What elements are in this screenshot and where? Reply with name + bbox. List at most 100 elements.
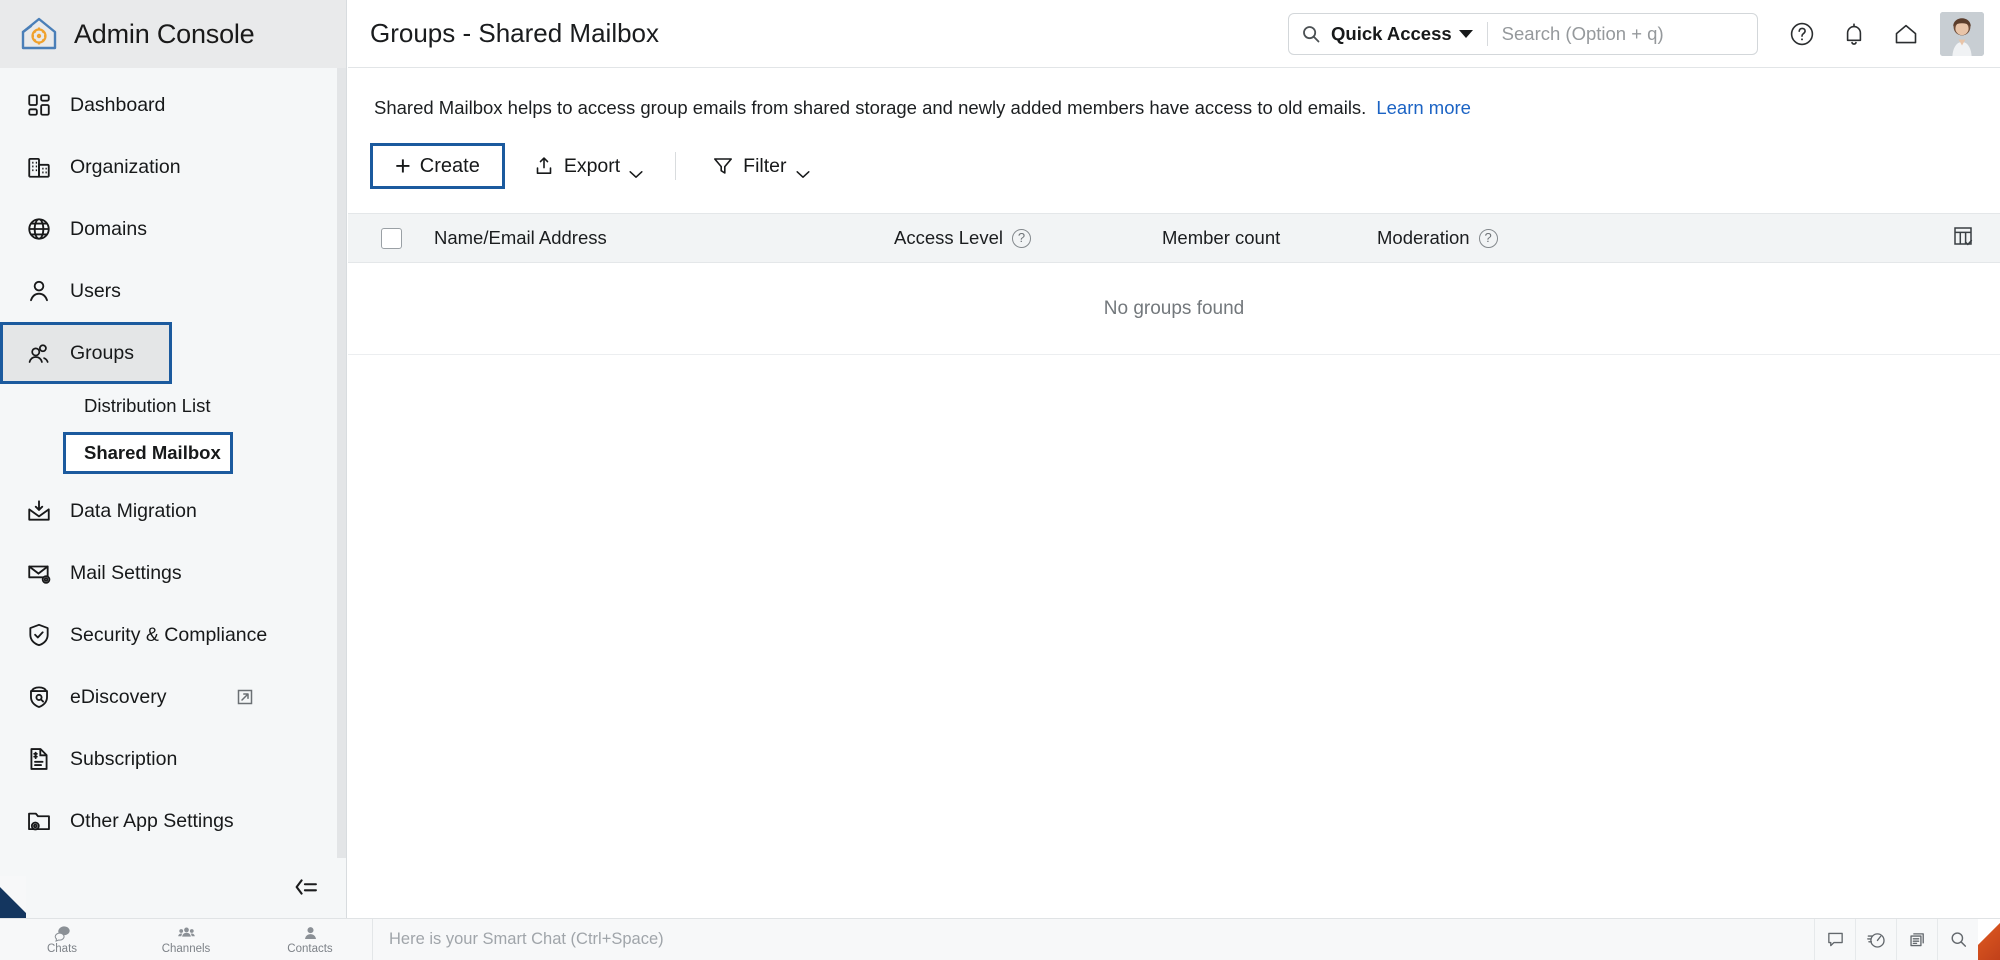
plus-icon: + bbox=[395, 153, 411, 180]
quick-access-label: Quick Access bbox=[1331, 23, 1452, 45]
sidebar-item-groups[interactable]: Groups bbox=[0, 322, 172, 384]
taskbar-corner-accent bbox=[1978, 919, 2000, 960]
user-icon bbox=[26, 278, 52, 304]
column-header-access-level[interactable]: Access Level ? bbox=[894, 227, 1162, 249]
globe-icon bbox=[26, 216, 52, 242]
taskbar-apps: Chats Channels bbox=[0, 919, 372, 960]
sidebar-item-data-migration[interactable]: Data Migration bbox=[0, 480, 346, 542]
empty-state-row: No groups found bbox=[348, 263, 2000, 355]
export-button-label: Export bbox=[564, 155, 620, 178]
page-title: Groups - Shared Mailbox bbox=[370, 18, 659, 49]
smart-chat-input[interactable]: Here is your Smart Chat (Ctrl+Space) bbox=[372, 919, 1814, 960]
brand-header: Admin Console bbox=[0, 0, 346, 68]
collapse-sidebar-icon[interactable] bbox=[288, 872, 324, 902]
brand-title: Admin Console bbox=[74, 19, 255, 50]
column-header-name-email[interactable]: Name/Email Address bbox=[434, 227, 894, 249]
column-header-member-count[interactable]: Member count bbox=[1162, 227, 1377, 249]
sidebar-item-label: Data Migration bbox=[70, 500, 197, 523]
empty-state-message: No groups found bbox=[1104, 298, 1245, 320]
sidebar-subitem-distribution-list[interactable]: Distribution List bbox=[0, 384, 346, 428]
bottom-taskbar: Chats Channels bbox=[0, 918, 2000, 960]
help-tooltip-icon[interactable]: ? bbox=[1012, 229, 1031, 248]
folder-gear-icon bbox=[26, 808, 52, 834]
envelope-download-icon bbox=[26, 498, 52, 524]
sidebar-item-label: Subscription bbox=[70, 748, 177, 771]
contact-person-icon bbox=[302, 925, 319, 942]
sidebar-item-label: Domains bbox=[70, 218, 147, 241]
avatar[interactable] bbox=[1940, 12, 1984, 56]
smart-chat-placeholder: Here is your Smart Chat (Ctrl+Space) bbox=[389, 930, 664, 949]
notes-icon[interactable] bbox=[1896, 919, 1937, 960]
info-banner: Shared Mailbox helps to access group ema… bbox=[348, 69, 2000, 119]
banner-text: Shared Mailbox helps to access group ema… bbox=[374, 97, 1366, 118]
sidebar-subitem-label: Distribution List bbox=[84, 395, 210, 417]
dashboard-icon bbox=[26, 92, 52, 118]
chevron-down-icon bbox=[1459, 30, 1473, 38]
column-label: Moderation bbox=[1377, 227, 1470, 249]
sidebar-item-dashboard[interactable]: Dashboard bbox=[0, 74, 346, 136]
sidebar-subitem-shared-mailbox[interactable]: Shared Mailbox bbox=[63, 432, 233, 474]
admin-console-app: Admin Console Dashboard bbox=[0, 0, 2000, 960]
invoice-icon bbox=[26, 746, 52, 772]
sidebar-item-other-app-settings[interactable]: Other App Settings bbox=[0, 790, 346, 852]
sidebar-item-organization[interactable]: Organization bbox=[0, 136, 346, 198]
sidebar-item-mail-settings[interactable]: Mail Settings bbox=[0, 542, 346, 604]
sidebar-item-label: Organization bbox=[70, 156, 181, 179]
sidebar-item-subscription[interactable]: Subscription bbox=[0, 728, 346, 790]
chevron-down-icon bbox=[796, 162, 810, 171]
home-gear-logo bbox=[18, 13, 60, 55]
envelope-gear-icon bbox=[26, 560, 52, 586]
column-settings-icon[interactable] bbox=[1952, 225, 1974, 252]
main-content: Shared Mailbox helps to access group ema… bbox=[348, 69, 2000, 918]
taskbar-right-icons bbox=[1814, 919, 2000, 960]
sidebar-item-label: Security & Compliance bbox=[70, 624, 267, 647]
sidebar-item-security-compliance[interactable]: Security & Compliance bbox=[0, 604, 346, 666]
taskbar-item-channels[interactable]: Channels bbox=[124, 919, 248, 960]
column-label: Name/Email Address bbox=[434, 227, 607, 249]
notification-bell-icon[interactable] bbox=[1828, 8, 1880, 60]
taskbar-item-label: Contacts bbox=[287, 943, 332, 955]
sidebar-item-users[interactable]: Users bbox=[0, 260, 346, 322]
search-icon[interactable] bbox=[1937, 919, 1978, 960]
filter-button-label: Filter bbox=[743, 155, 786, 178]
taskbar-item-contacts[interactable]: Contacts bbox=[248, 919, 372, 960]
shield-check-icon bbox=[26, 622, 52, 648]
sidebar-item-label: Users bbox=[70, 280, 121, 303]
help-tooltip-icon[interactable]: ? bbox=[1479, 229, 1498, 248]
home-icon[interactable] bbox=[1880, 8, 1932, 60]
global-search-box[interactable]: Quick Access bbox=[1288, 13, 1758, 55]
groups-icon bbox=[26, 340, 52, 366]
learn-more-link[interactable]: Learn more bbox=[1376, 97, 1471, 118]
help-icon[interactable] bbox=[1776, 8, 1828, 60]
select-all-checkbox[interactable] bbox=[381, 228, 402, 249]
speed-icon[interactable] bbox=[1855, 919, 1896, 960]
table-toolbar: + Create Export bbox=[370, 143, 2000, 189]
external-link-icon[interactable] bbox=[236, 688, 254, 706]
column-label: Member count bbox=[1162, 227, 1280, 249]
comment-icon[interactable] bbox=[1814, 919, 1855, 960]
sidebar-scrollbar[interactable] bbox=[337, 68, 346, 858]
column-header-moderation[interactable]: Moderation ? bbox=[1377, 227, 1607, 249]
sidebar-item-domains[interactable]: Domains bbox=[0, 198, 346, 260]
sidebar-nav: Dashboard Organization bbox=[0, 68, 346, 852]
quick-access-dropdown[interactable]: Quick Access bbox=[1331, 23, 1473, 45]
export-icon bbox=[533, 155, 555, 177]
sidebar-subitem-label: Shared Mailbox bbox=[84, 442, 221, 464]
sidebar-item-label: Groups bbox=[70, 342, 134, 365]
sidebar-item-label: Mail Settings bbox=[70, 562, 182, 585]
shield-search-icon bbox=[26, 684, 52, 710]
channels-group-icon bbox=[178, 925, 195, 942]
taskbar-item-label: Channels bbox=[162, 943, 211, 955]
taskbar-item-chats[interactable]: Chats bbox=[0, 919, 124, 960]
search-input[interactable] bbox=[1502, 23, 1745, 45]
export-button[interactable]: Export bbox=[517, 143, 659, 189]
create-button-label: Create bbox=[420, 155, 480, 178]
filter-button[interactable]: Filter bbox=[696, 143, 825, 189]
sidebar-item-label: Other App Settings bbox=[70, 810, 234, 833]
sidebar-item-label: eDiscovery bbox=[70, 686, 166, 709]
divider bbox=[1487, 22, 1488, 46]
sidebar-item-ediscovery[interactable]: eDiscovery bbox=[0, 666, 346, 728]
create-button[interactable]: + Create bbox=[370, 143, 505, 189]
header-actions: Quick Access bbox=[1288, 8, 2000, 60]
top-header: Groups - Shared Mailbox Quick Access bbox=[348, 0, 2000, 68]
